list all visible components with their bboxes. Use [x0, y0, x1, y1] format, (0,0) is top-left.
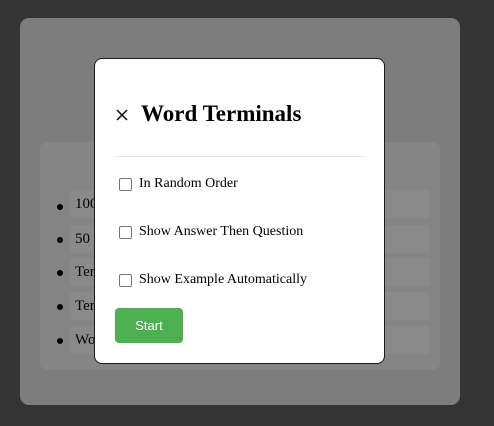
list-bullet	[57, 270, 63, 276]
close-icon[interactable]	[115, 108, 129, 122]
dialog-title: Word Terminals	[141, 101, 302, 126]
show-example-checkbox[interactable]	[119, 273, 132, 287]
list-bullet	[57, 237, 63, 243]
option-random-order[interactable]: In Random Order	[119, 176, 238, 192]
word-terminals-dialog: Word Terminals In Random Order Show Answ…	[94, 58, 385, 364]
header-divider	[115, 156, 365, 157]
list-bullet	[57, 338, 63, 344]
option-label: Show Example Automatically	[139, 272, 307, 287]
list-bullet	[57, 304, 63, 310]
option-label: In Random Order	[139, 176, 238, 191]
dialog-header: Word Terminals	[115, 99, 301, 129]
random-order-checkbox[interactable]	[119, 177, 132, 191]
list-bullet	[57, 204, 63, 210]
option-show-example[interactable]: Show Example Automatically	[119, 272, 307, 288]
option-label: Show Answer Then Question	[139, 224, 304, 239]
answer-then-question-checkbox[interactable]	[119, 225, 132, 239]
option-answer-then-question[interactable]: Show Answer Then Question	[119, 224, 303, 240]
start-button[interactable]: Start	[115, 308, 183, 343]
